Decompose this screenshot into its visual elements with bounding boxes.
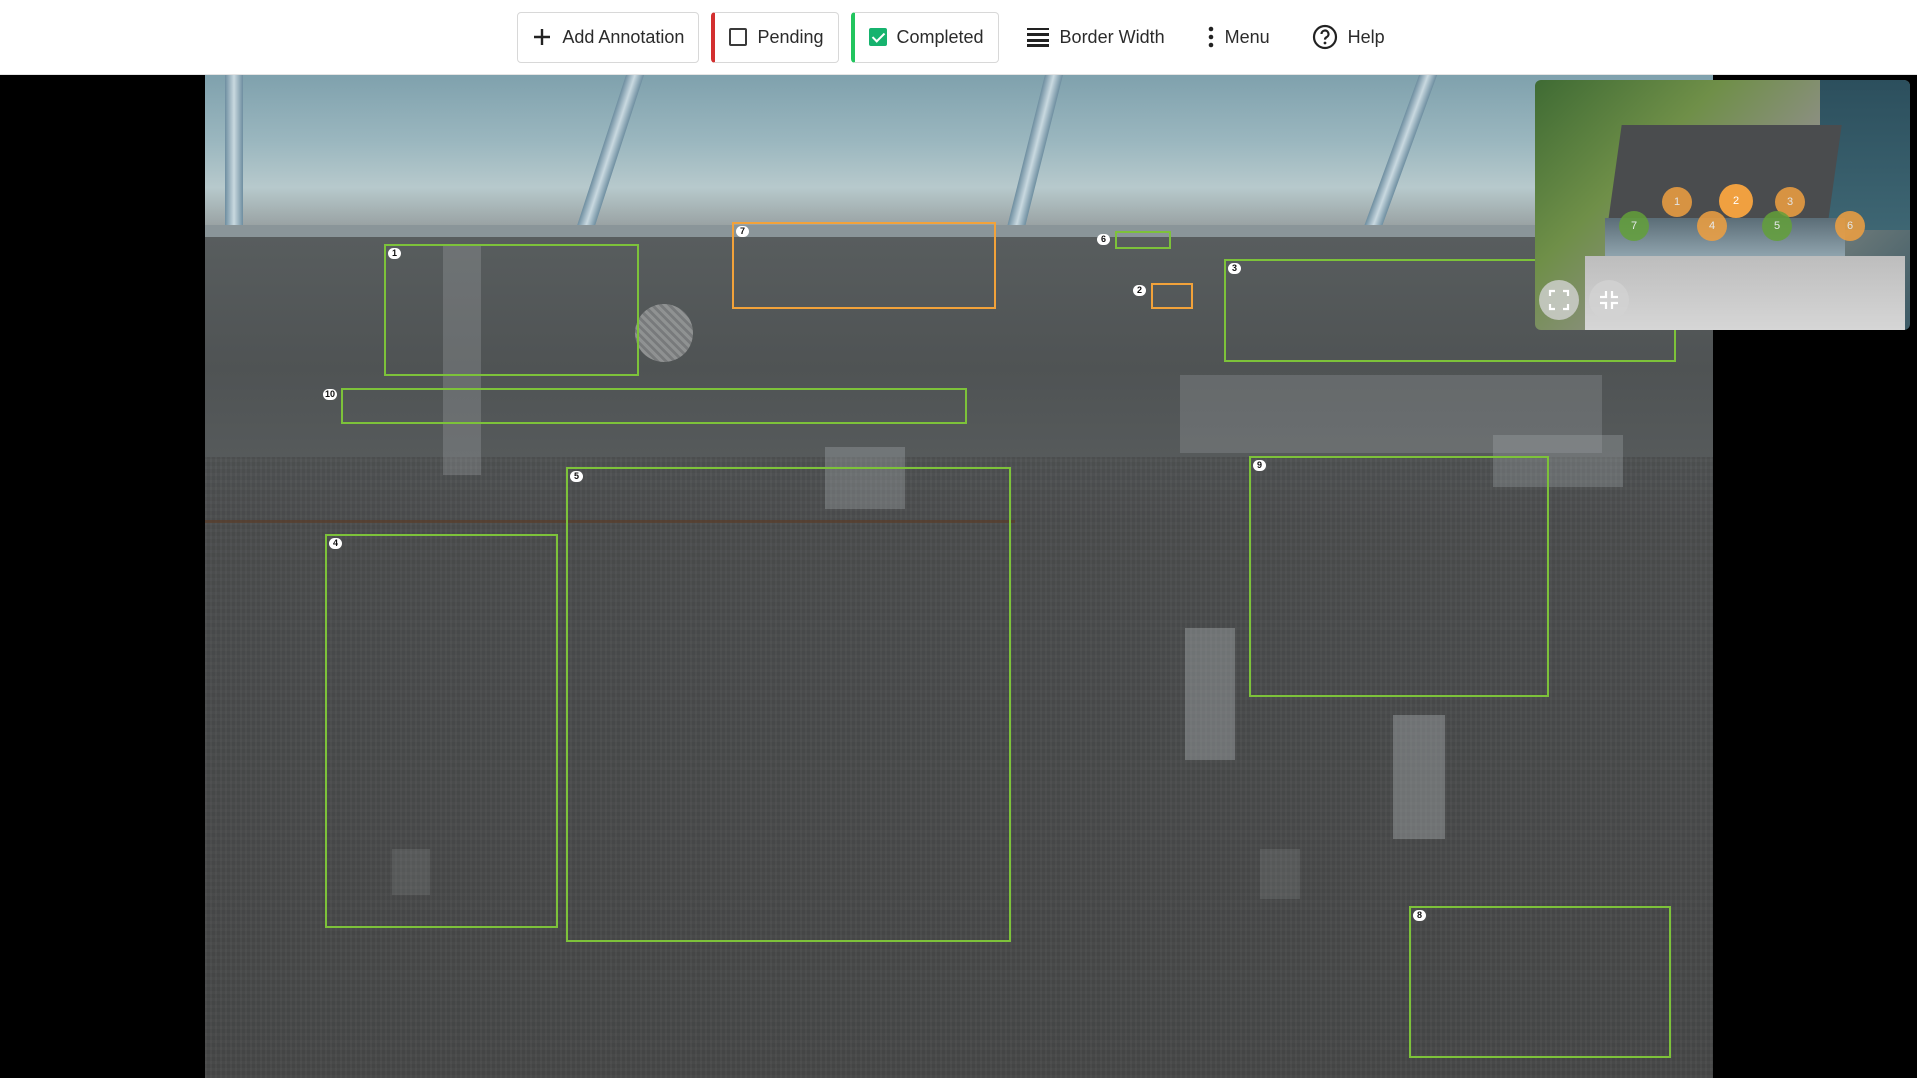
collapse-icon bbox=[1600, 291, 1618, 309]
annotation-label: 1 bbox=[388, 248, 401, 259]
annotation-label: 7 bbox=[736, 226, 749, 237]
annotation-box[interactable]: 1 bbox=[384, 244, 639, 376]
roof-drain bbox=[635, 304, 693, 362]
annotation-label: 5 bbox=[570, 471, 583, 482]
minimap-marker[interactable]: 7 bbox=[1619, 211, 1649, 241]
add-annotation-button[interactable]: Add Annotation bbox=[517, 11, 700, 63]
annotation-label: 3 bbox=[1228, 263, 1241, 274]
annotation-box[interactable]: 4 bbox=[325, 534, 558, 928]
annotation-box[interactable]: 6 bbox=[1097, 231, 1171, 249]
fullscreen-icon bbox=[1548, 289, 1570, 311]
plus-icon bbox=[534, 29, 551, 45]
minimap-marker[interactable]: 6 bbox=[1835, 211, 1865, 241]
annotation-box[interactable]: 9 bbox=[1249, 456, 1549, 697]
minimap-marker[interactable]: 2 bbox=[1719, 184, 1753, 218]
annotation-box[interactable]: 5 bbox=[566, 467, 1011, 942]
menu-label: Menu bbox=[1224, 26, 1270, 47]
completed-filter-toggle[interactable]: Completed bbox=[850, 11, 999, 63]
annotation-label: 10 bbox=[323, 389, 338, 400]
pending-label: Pending bbox=[757, 26, 824, 47]
menu-button[interactable]: Menu bbox=[1191, 11, 1285, 63]
annotation-box[interactable]: 8 bbox=[1409, 906, 1671, 1058]
annotation-label: 6 bbox=[1097, 234, 1110, 245]
annotation-box[interactable]: 7 bbox=[732, 222, 996, 309]
help-label: Help bbox=[1347, 26, 1385, 47]
completed-label: Completed bbox=[896, 26, 984, 47]
annotation-label: 4 bbox=[329, 538, 342, 549]
minimap-marker[interactable]: 5 bbox=[1762, 211, 1792, 241]
minimap-marker[interactable]: 4 bbox=[1697, 211, 1727, 241]
toolbar: Add Annotation Pending Completed Border … bbox=[0, 0, 1917, 75]
completed-checkbox[interactable] bbox=[868, 28, 887, 46]
more-vertical-icon bbox=[1208, 26, 1213, 48]
help-button[interactable]: Help bbox=[1296, 11, 1400, 63]
help-icon bbox=[1312, 24, 1337, 50]
add-annotation-label: Add Annotation bbox=[562, 26, 685, 47]
roof-photo: 1 7 6 2 3 10 5 9 4 8 bbox=[205, 75, 1713, 1078]
border-width-icon bbox=[1026, 28, 1049, 47]
annotation-label: 2 bbox=[1133, 285, 1146, 296]
border-width-label: Border Width bbox=[1059, 26, 1165, 47]
annotation-label: 9 bbox=[1253, 460, 1266, 471]
pending-filter-toggle[interactable]: Pending bbox=[711, 11, 839, 63]
minimap-marker[interactable]: 1 bbox=[1662, 187, 1692, 217]
pending-checkbox[interactable] bbox=[729, 28, 748, 46]
image-viewport[interactable]: 1 7 6 2 3 10 5 9 4 8 1 2 3 7 4 5 6 bbox=[0, 75, 1917, 1078]
border-width-button[interactable]: Border Width bbox=[1010, 11, 1180, 63]
annotation-box[interactable]: 10 bbox=[323, 388, 967, 424]
collapse-button[interactable] bbox=[1589, 280, 1629, 320]
window-facade bbox=[205, 75, 1713, 237]
annotation-label: 8 bbox=[1413, 910, 1426, 921]
overview-minimap[interactable]: 1 2 3 7 4 5 6 bbox=[1535, 80, 1910, 330]
annotation-box[interactable]: 2 bbox=[1133, 283, 1193, 309]
fullscreen-button[interactable] bbox=[1539, 280, 1579, 320]
